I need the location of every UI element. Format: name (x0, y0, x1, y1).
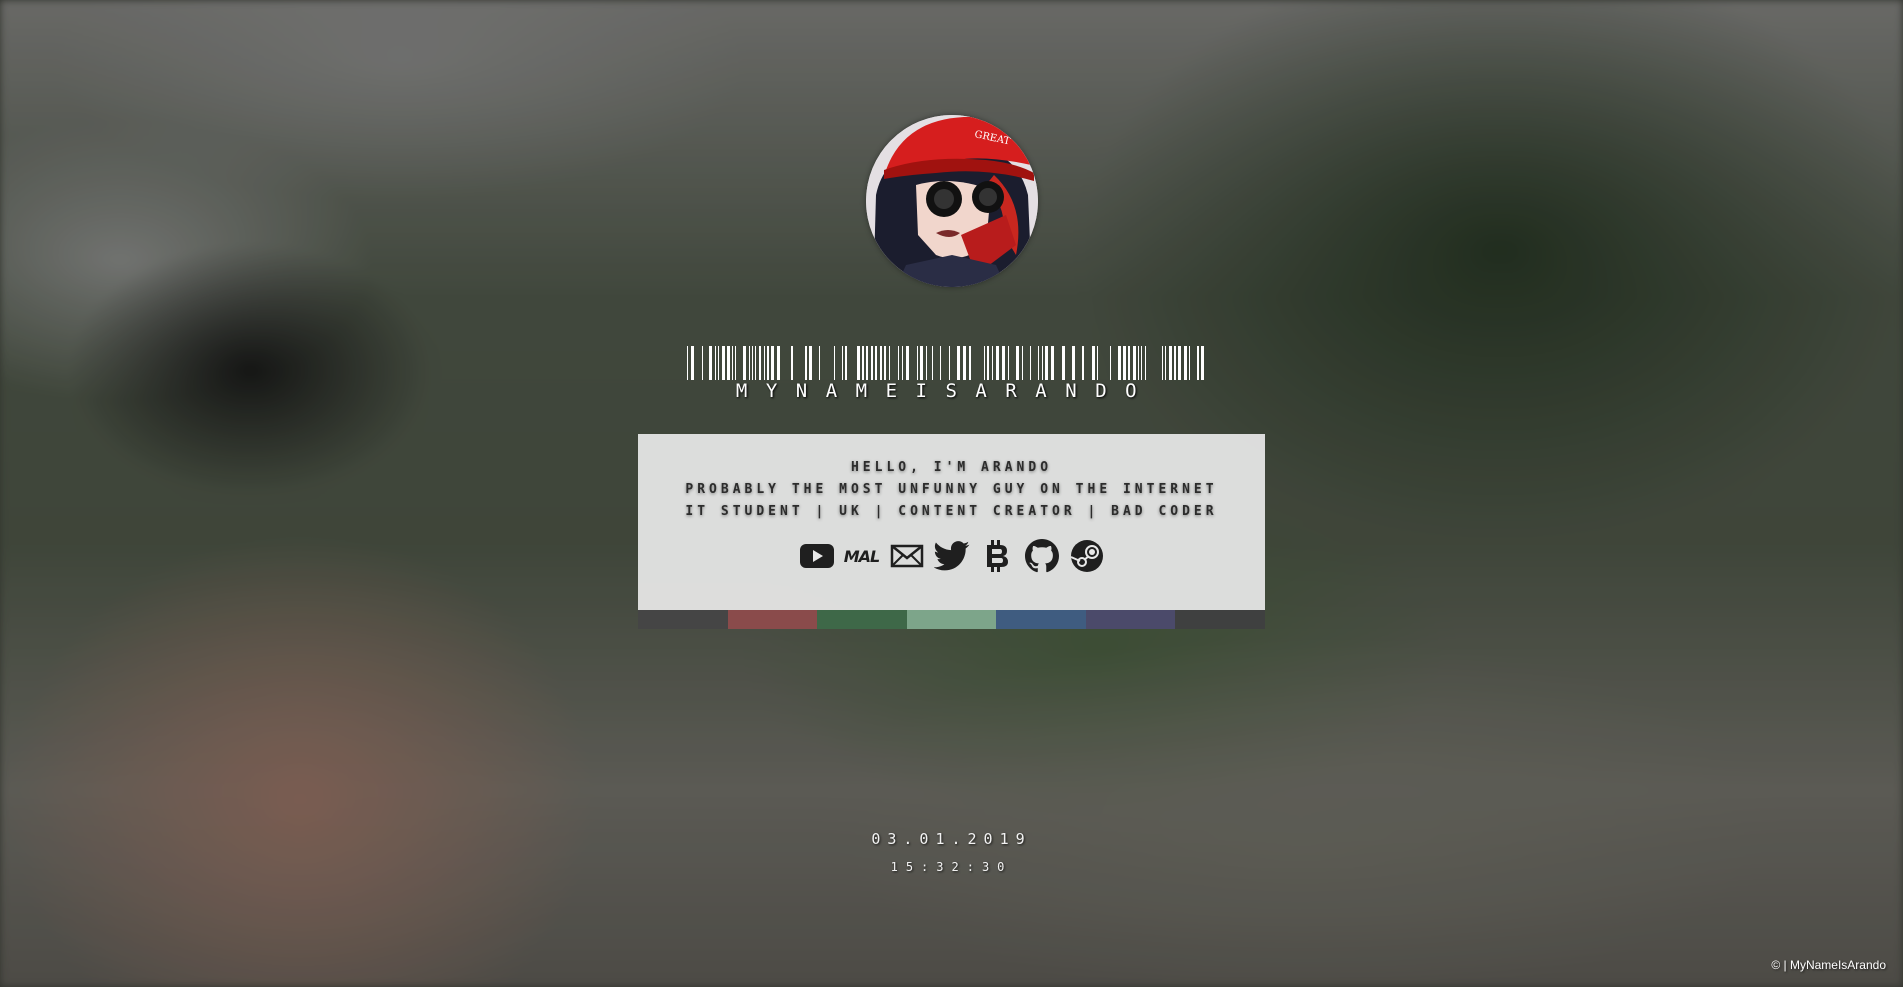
palette-swatch (727, 610, 818, 629)
mail-icon (890, 544, 923, 568)
twitter-link[interactable] (933, 538, 970, 574)
palette-swatch (906, 610, 997, 629)
barcode-logo (687, 346, 1204, 380)
palette-swatch (817, 610, 907, 629)
bitcoin-link[interactable] (978, 538, 1015, 574)
avatar: GREAT (866, 115, 1038, 287)
bio-text: IT STUDENT | UK | CONTENT CREATOR | BAD … (685, 504, 1218, 519)
youtube-icon (799, 544, 834, 568)
time-display: 15:32:30 (890, 860, 1013, 874)
palette-swatch (638, 610, 728, 629)
color-palette-strip (638, 610, 1266, 629)
date-display: 03.01.2019 (871, 830, 1032, 848)
bitcoin-icon (986, 540, 1008, 572)
social-links: MAL (638, 538, 1265, 574)
tagline-text: PROBABLY THE MOST UNFUNNY GUY ON THE INT… (685, 482, 1218, 497)
mail-link[interactable] (888, 538, 925, 574)
intro-card: HELLO, I'M ARANDO PROBABLY THE MOST UNFU… (638, 434, 1265, 610)
page: GREAT MYNAMEISARANDO HELLO, I'M ARANDO P… (0, 0, 1903, 987)
github-icon (1024, 539, 1059, 573)
palette-swatch (1085, 610, 1176, 629)
mal-link[interactable]: MAL (843, 538, 880, 574)
avatar-image: GREAT (866, 115, 1038, 287)
twitter-icon (933, 541, 969, 571)
youtube-link[interactable] (798, 538, 835, 574)
github-link[interactable] (1023, 538, 1060, 574)
palette-swatch (1175, 610, 1266, 629)
palette-swatch (996, 610, 1086, 629)
site-name: MYNAMEISARANDO (735, 380, 1156, 402)
copyright-footer: © | MyNameIsArando (1771, 958, 1886, 972)
steam-icon (1070, 540, 1103, 572)
mal-icon: MAL (843, 546, 880, 566)
steam-link[interactable] (1068, 538, 1105, 574)
greeting-text: HELLO, I'M ARANDO (850, 460, 1053, 475)
